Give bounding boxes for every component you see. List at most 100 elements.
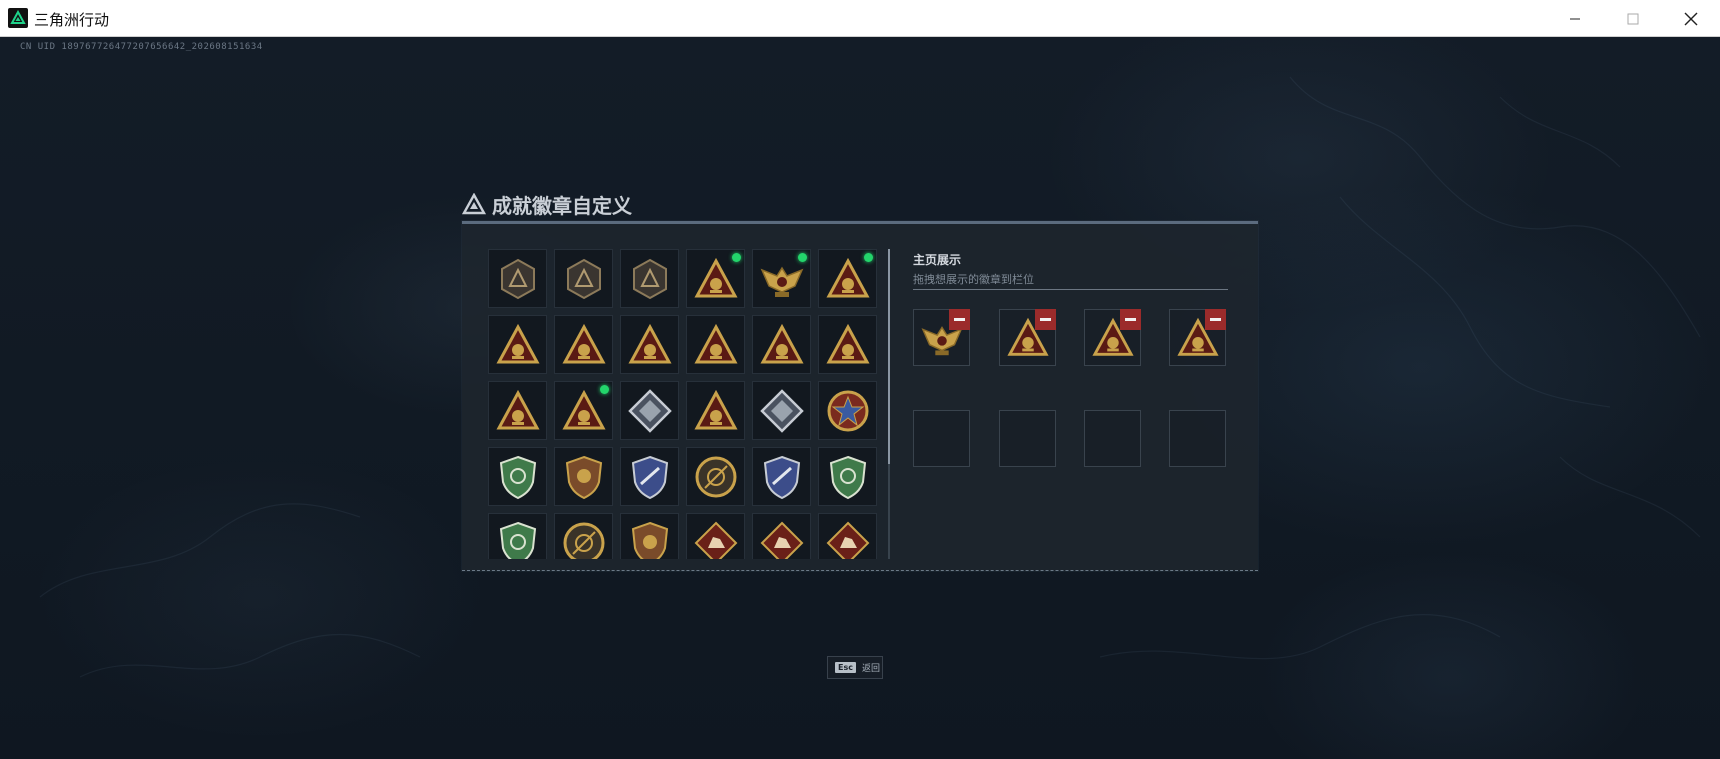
wing-shield-icon [627,520,673,559]
window-titlebar: 三角洲行动 [0,0,1720,37]
badge-slot[interactable] [620,513,679,559]
dagger-shield-icon [627,256,673,302]
delta-logo-icon [462,193,486,215]
minimize-icon [1570,18,1580,19]
showcase-divider [913,289,1228,290]
badge-slot[interactable] [620,381,679,440]
showcase-section: 主页展示 拖拽想展示的徽章到栏位 [913,251,1228,467]
badge-slot[interactable] [488,249,547,308]
blue-star-shield-icon [627,454,673,500]
remove-badge-button[interactable] [1120,309,1141,330]
badge-slot[interactable] [752,315,811,374]
badge-slot[interactable] [686,447,745,506]
green-sword-shield-icon [825,454,871,500]
badge-slot[interactable] [620,249,679,308]
badge-slot[interactable] [488,447,547,506]
scrollbar-thumb[interactable] [888,249,890,464]
badge-slot[interactable] [818,381,877,440]
showcase-title: 主页展示 [913,253,962,267]
badge-slot[interactable] [818,447,877,506]
panel-header: 成就徽章自定义 [462,190,632,218]
new-indicator-dot [798,253,807,262]
badge-slot[interactable] [818,513,877,559]
window-title: 三角洲行动 [34,11,110,29]
back-label: 返回 [861,664,880,674]
badge-slot[interactable] [686,381,745,440]
badge-slot[interactable] [752,381,811,440]
close-button[interactable] [1662,0,1720,37]
new-indicator-dot [732,253,741,262]
heart-diamond-icon [627,388,673,434]
badge-scrollbar[interactable] [888,249,890,559]
game-viewport: CN UID 189767726477207656642_20260815163… [0,37,1720,759]
bottle-triangle-icon [759,322,805,368]
showcase-slot-filled[interactable] [999,309,1056,366]
badge-slot[interactable] [752,513,811,559]
badge-slot[interactable] [686,513,745,559]
badge-slot[interactable] [620,447,679,506]
minus-icon [1210,318,1221,321]
showcase-slot-empty[interactable] [1084,410,1141,467]
remove-badge-button[interactable] [1035,309,1056,330]
delta-hex-icon [495,256,541,302]
badge-slot[interactable] [554,447,613,506]
green-rifle-shield-icon [495,520,541,559]
badge-slot[interactable] [818,249,877,308]
bomb-triangle-icon [693,256,739,302]
badge-slot[interactable] [554,249,613,308]
showcase-slot-filled[interactable] [1084,309,1141,366]
badge-panel: 主页展示 拖拽想展示的徽章到栏位 [462,221,1258,571]
showcase-hint: 拖拽想展示的徽章到栏位 [913,273,1034,286]
maximize-icon [1627,13,1639,24]
badge-slot[interactable] [686,315,745,374]
panel-title: 成就徽章自定义 [492,193,632,218]
wolf-diamond-icon [759,520,805,559]
sword-shield-icon [759,454,805,500]
maximize-button[interactable] [1604,0,1662,37]
uid-label: CN UID 189767726477207656642_20260815163… [20,42,263,52]
close-icon [1684,12,1698,25]
rocket-triangle-icon [561,388,607,434]
showcase-slot-filled[interactable] [1169,309,1226,366]
slash-circle-icon [561,520,607,559]
badge-slot[interactable] [686,249,745,308]
new-indicator-dot [600,385,609,394]
helmet-triangle-icon [561,322,607,368]
compass-circle-icon [693,454,739,500]
crossed-triangle-icon [495,388,541,434]
badge-slot[interactable] [752,249,811,308]
bronze-shield-icon [561,454,607,500]
badge-grid [488,249,888,559]
showcase-slot-filled[interactable] [913,309,970,366]
minus-icon [1040,318,1051,321]
horse-diamond-icon [693,520,739,559]
badge-slot[interactable] [554,381,613,440]
figure-triangle-icon [693,388,739,434]
number-2-triangle-icon [693,322,739,368]
badge-slot[interactable] [620,315,679,374]
badge-slot[interactable] [488,513,547,559]
app-logo-icon [8,8,28,28]
minimize-button[interactable] [1546,0,1604,37]
helicopter-shield-icon [561,256,607,302]
number-1-triangle-icon [627,322,673,368]
rifle-diamond-icon [759,388,805,434]
new-indicator-dot [864,253,873,262]
minus-icon [1125,318,1136,321]
remove-badge-button[interactable] [949,309,970,330]
remove-badge-button[interactable] [1205,309,1226,330]
badge-slot[interactable] [488,381,547,440]
badge-slot[interactable] [818,315,877,374]
back-button[interactable]: Esc 返回 [827,656,883,679]
star-medal-icon [825,388,871,434]
esc-key-hint: Esc [835,662,856,673]
fist-triangle-icon [495,322,541,368]
green-shield-icon [495,454,541,500]
badge-slot[interactable] [554,315,613,374]
showcase-slot-empty[interactable] [999,410,1056,467]
badge-slot[interactable] [752,447,811,506]
showcase-slot-empty[interactable] [1169,410,1226,467]
showcase-slot-empty[interactable] [913,410,970,467]
badge-slot[interactable] [554,513,613,559]
badge-slot[interactable] [488,315,547,374]
